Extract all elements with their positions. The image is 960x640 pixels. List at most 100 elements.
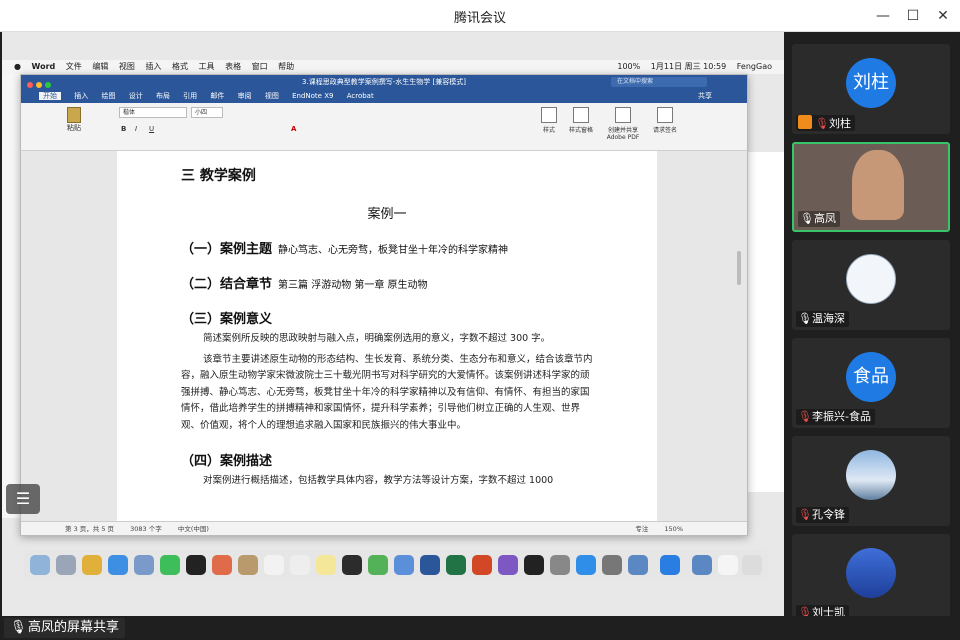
document-icon[interactable] xyxy=(718,555,738,575)
mic-icon: 🎙 xyxy=(800,212,814,225)
tab-home[interactable]: 开始 xyxy=(39,92,61,100)
avatar xyxy=(846,450,896,500)
finder-icon[interactable] xyxy=(30,555,50,575)
notes-icon[interactable] xyxy=(316,555,336,575)
calendar-icon[interactable] xyxy=(264,555,284,575)
document-area[interactable]: 三 教学案例 案例一 （一）案例主题 静心笃志、心无旁骛，板凳甘坐十年冷的科学家精… xyxy=(21,151,747,521)
menu-edit[interactable]: 编辑 xyxy=(92,62,108,71)
styles-pane-icon xyxy=(573,107,589,123)
qq-icon[interactable] xyxy=(186,555,206,575)
contacts-icon[interactable] xyxy=(238,555,258,575)
close-dot-icon[interactable] xyxy=(27,82,33,88)
participant-tile[interactable]: 🎙孔令锋 xyxy=(792,436,950,526)
terminal-icon[interactable] xyxy=(524,555,544,575)
participant-tile[interactable]: 🎙温海深 xyxy=(792,240,950,330)
bottom-bar: 🎙高凤的屏幕共享 xyxy=(0,616,960,640)
create-pdf-button[interactable]: 创建并共享 Adobe PDF xyxy=(599,107,647,141)
mic-icon: 🎙 xyxy=(798,312,812,325)
tab-design[interactable]: 设计 xyxy=(129,92,143,100)
mic-muted-icon: 🎙 xyxy=(798,508,812,521)
font-size-select[interactable]: 小四 xyxy=(191,107,223,118)
tab-endnote[interactable]: EndNote X9 xyxy=(292,92,333,100)
tencent-meeting-icon[interactable] xyxy=(660,555,680,575)
word-icon[interactable] xyxy=(420,555,440,575)
zoom-dot-icon[interactable] xyxy=(45,82,51,88)
tab-layout[interactable]: 布局 xyxy=(156,92,170,100)
doc-search-input[interactable]: 在文档中搜索 xyxy=(611,77,707,87)
chrome-icon[interactable] xyxy=(82,555,102,575)
close-button[interactable]: ✕ xyxy=(932,6,954,26)
menu-tools[interactable]: 工具 xyxy=(199,62,215,71)
section-1: （一）案例主题 静心笃志、心无旁骛，板凳甘坐十年冷的科学家精神 xyxy=(181,238,593,257)
styles-icon xyxy=(541,107,557,123)
share-button[interactable]: 共享 xyxy=(698,89,712,103)
participant-name: 高凤 xyxy=(814,212,836,225)
menu-help[interactable]: 帮助 xyxy=(278,62,294,71)
safari-icon[interactable] xyxy=(108,555,128,575)
tab-references[interactable]: 引用 xyxy=(183,92,197,100)
participant-name: 孔令锋 xyxy=(812,508,845,521)
app-icon[interactable] xyxy=(394,555,414,575)
styles-pane-button[interactable]: 样式窗格 xyxy=(561,107,601,134)
powerpoint-icon[interactable] xyxy=(472,555,492,575)
menu-insert[interactable]: 插入 xyxy=(145,62,161,71)
system-icon[interactable] xyxy=(550,555,570,575)
minimize-button[interactable]: — xyxy=(872,6,894,26)
participant-tile[interactable]: 刘柱 🎙刘柱 xyxy=(792,44,950,134)
bold-button[interactable]: B xyxy=(121,125,126,133)
mic-icon: 🎙 xyxy=(10,620,27,635)
tab-mailings[interactable]: 邮件 xyxy=(210,92,224,100)
meeting-list-icon[interactable]: ☰ xyxy=(6,484,40,514)
excel-icon[interactable] xyxy=(446,555,466,575)
menu-view[interactable]: 视图 xyxy=(119,62,135,71)
reminders-icon[interactable] xyxy=(290,555,310,575)
launchpad-icon[interactable] xyxy=(56,555,76,575)
vertical-scrollbar[interactable] xyxy=(737,251,741,285)
screen-share-label: 🎙高凤的屏幕共享 xyxy=(4,618,126,638)
participant-tile[interactable]: 🎙高凤 xyxy=(792,142,950,232)
participant-tile[interactable]: 食品 🎙李振兴-食品 xyxy=(792,338,950,428)
appstore-icon[interactable] xyxy=(576,555,596,575)
tab-acrobat[interactable]: Acrobat xyxy=(347,92,374,100)
zoom-level[interactable]: 专注 150% xyxy=(635,522,697,536)
settings-icon[interactable] xyxy=(602,555,622,575)
menu-word[interactable]: Word xyxy=(32,62,56,71)
document-page[interactable]: 三 教学案例 案例一 （一）案例主题 静心笃志、心无旁骛，板凳甘坐十年冷的科学家精… xyxy=(117,151,657,521)
minimize-dot-icon[interactable] xyxy=(36,82,42,88)
bbedit-icon[interactable] xyxy=(498,555,518,575)
wechat-icon[interactable] xyxy=(160,555,180,575)
background-window xyxy=(2,74,20,518)
font-color-button[interactable]: A xyxy=(291,125,296,133)
tab-view[interactable]: 视图 xyxy=(265,92,279,100)
preview-icon[interactable] xyxy=(134,555,154,575)
menu-file[interactable]: 文件 xyxy=(66,62,82,71)
participant-namebar: 🎙高凤 xyxy=(798,211,840,227)
zoom-value: 150% xyxy=(664,525,683,533)
paste-button[interactable]: 粘贴 xyxy=(63,107,85,143)
participant-tile[interactable]: 🎙刘士凯 xyxy=(792,534,950,624)
meeting-app: 腾讯会议 — ☐ ✕ ● Word 文件 编辑 视图 插入 格式 工具 表格 窗… xyxy=(0,0,960,640)
mac-menubar: ● Word 文件 编辑 视图 插入 格式 工具 表格 窗口 帮助 100% 1… xyxy=(2,60,784,74)
menu-format[interactable]: 格式 xyxy=(172,62,188,71)
disk2-icon[interactable] xyxy=(692,555,712,575)
section-4-heading: （四）案例描述 xyxy=(181,454,273,469)
photoshop-icon[interactable] xyxy=(342,555,362,575)
disk-icon[interactable] xyxy=(628,555,648,575)
focus-button[interactable]: 专注 xyxy=(635,525,648,533)
underline-button[interactable]: U xyxy=(149,125,154,133)
tab-draw[interactable]: 绘图 xyxy=(101,92,115,100)
request-sign-button[interactable]: 请求签名 xyxy=(645,107,685,134)
photos-icon[interactable] xyxy=(212,555,232,575)
font-name-select[interactable]: 楷体 xyxy=(119,107,187,118)
trash-icon[interactable] xyxy=(742,555,762,575)
maximize-button[interactable]: ☐ xyxy=(902,6,924,26)
avatar: 食品 xyxy=(846,352,896,402)
host-icon xyxy=(798,115,812,129)
menu-table[interactable]: 表格 xyxy=(225,62,241,71)
participants-panel: 刘柱 🎙刘柱 🎙高凤 🎙温海深 食品 🎙李振兴-食品 🎙孔令锋 🎙刘士凯 xyxy=(784,32,960,624)
italic-button[interactable]: I xyxy=(135,125,137,133)
tab-insert[interactable]: 插入 xyxy=(74,92,88,100)
tab-review[interactable]: 审阅 xyxy=(238,92,252,100)
sea-icon[interactable] xyxy=(368,555,388,575)
menu-window[interactable]: 窗口 xyxy=(252,62,268,71)
